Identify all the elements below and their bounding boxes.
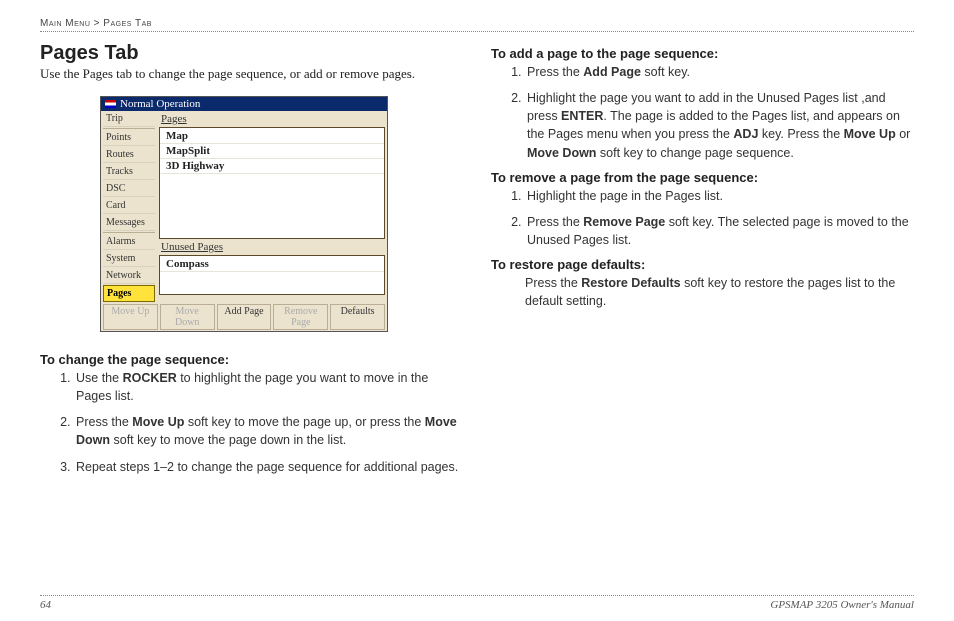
page-footer: 64 GPSMAP 3205 Owner's Manual bbox=[40, 595, 914, 611]
intro-text: Use the Pages tab to change the page seq… bbox=[40, 66, 463, 82]
remove-page-steps: Highlight the page in the Pages list. Pre… bbox=[491, 187, 914, 249]
restore-defaults-heading: To restore page defaults: bbox=[491, 257, 914, 272]
softkey-button: Move Up bbox=[103, 304, 158, 330]
add-page-heading: To add a page to the page sequence: bbox=[491, 46, 914, 61]
softkey-button: Remove Page bbox=[273, 304, 328, 330]
doc-title: GPSMAP 3205 Owner's Manual bbox=[770, 599, 914, 611]
breadcrumb-a: Main Menu bbox=[40, 18, 90, 29]
softkey-button: Defaults bbox=[330, 304, 385, 330]
step-item: Press the Add Page soft key. bbox=[525, 63, 914, 81]
add-page-steps: Press the Add Page soft key. Highlight th… bbox=[491, 63, 914, 162]
page-number: 64 bbox=[40, 599, 51, 611]
page-title: Pages Tab bbox=[40, 42, 463, 65]
left-column: Pages Tab Use the Pages tab to change th… bbox=[40, 42, 463, 484]
sidebar-item: Network bbox=[103, 268, 155, 284]
step-item: Highlight the page in the Pages list. bbox=[525, 187, 914, 205]
list-item: Compass bbox=[160, 257, 384, 272]
pages-listbox: MapMapSplit3D Highway bbox=[159, 127, 385, 239]
restore-defaults-text: Press the Restore Defaults soft key to r… bbox=[491, 274, 914, 310]
unused-listbox: Compass bbox=[159, 255, 385, 295]
sidebar-item: Trip bbox=[103, 111, 155, 127]
step-item: Repeat steps 1–2 to change the page sequ… bbox=[74, 458, 463, 476]
step-item: Press the Move Up soft key to move the p… bbox=[74, 413, 463, 449]
sidebar-item: Messages bbox=[103, 215, 155, 231]
right-column: To add a page to the page sequence: Pres… bbox=[491, 42, 914, 484]
list-item: 3D Highway bbox=[160, 159, 384, 174]
list-item: Map bbox=[160, 129, 384, 144]
sidebar-item: Tracks bbox=[103, 164, 155, 180]
sidebar-item bbox=[103, 232, 155, 233]
sidebar-item: Routes bbox=[103, 147, 155, 163]
sidebar-item: Points bbox=[103, 130, 155, 146]
sidebar-item bbox=[103, 128, 155, 129]
sidebar-item: Alarms bbox=[103, 234, 155, 250]
breadcrumb-b: Pages Tab bbox=[103, 18, 152, 29]
sidebar-item: DSC bbox=[103, 181, 155, 197]
screenshot-sidebar: Trip PointsRoutesTracksDSCCardMessages Ala… bbox=[101, 111, 157, 303]
device-screenshot: Normal Operation TripPointsRoutesTracksD… bbox=[100, 96, 388, 332]
breadcrumb-sep: > bbox=[94, 18, 100, 29]
sidebar-item: System bbox=[103, 251, 155, 267]
sidebar-item: Card bbox=[103, 198, 155, 214]
softkey-button: Add Page bbox=[217, 304, 272, 330]
pages-group-label: Pages bbox=[161, 113, 385, 125]
softkey-row: Move UpMove DownAdd PageRemove PageDefau… bbox=[101, 303, 387, 331]
change-sequence-steps: Use the ROCKER to highlight the page you… bbox=[40, 369, 463, 476]
list-item: MapSplit bbox=[160, 144, 384, 159]
softkey-button: Move Down bbox=[160, 304, 215, 330]
change-sequence-heading: To change the page sequence: bbox=[40, 352, 463, 367]
step-item: Press the Remove Page soft key. The sele… bbox=[525, 213, 914, 249]
sidebar-item: Pages bbox=[103, 285, 155, 302]
step-item: Highlight the page you want to add in th… bbox=[525, 89, 914, 162]
window-titlebar: Normal Operation bbox=[101, 97, 387, 111]
window-title: Normal Operation bbox=[120, 98, 200, 110]
step-item: Use the ROCKER to highlight the page you… bbox=[74, 369, 463, 405]
flag-icon bbox=[105, 100, 116, 108]
unused-group-label: Unused Pages bbox=[161, 241, 385, 253]
remove-page-heading: To remove a page from the page sequence: bbox=[491, 170, 914, 185]
breadcrumb: Main Menu > Pages Tab bbox=[40, 18, 914, 32]
